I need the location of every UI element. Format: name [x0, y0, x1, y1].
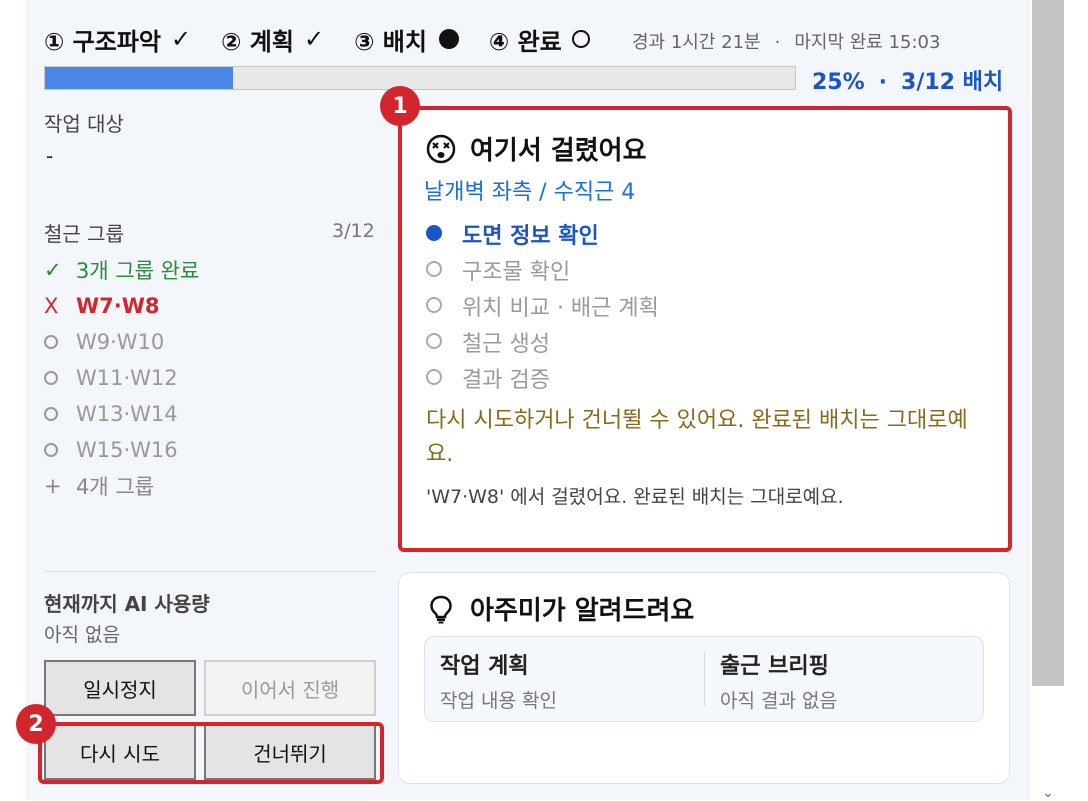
divider [44, 571, 376, 572]
step-4: ④ 완료 [489, 22, 590, 57]
step-1: ① 구조파악 ✓ [44, 22, 191, 57]
group-item-label: W9·W10 [76, 330, 165, 354]
target-label: 작업 대상 [44, 112, 124, 136]
scroll-down-icon[interactable]: ⌄ [1040, 786, 1056, 800]
phase-list: 도면 정보 확인 구조물 확인 위치 비교 · 배근 계획 철근 생성 결과 검… [426, 216, 659, 396]
tips-title: 아주미가 알려드려요 [428, 590, 694, 627]
fail-x-icon: X [44, 294, 59, 318]
target-value: - [46, 144, 54, 168]
group-item-pending: W9·W10 [44, 324, 384, 360]
annotation-badge-2: 2 [16, 704, 56, 744]
phase-label: 철근 생성 [462, 332, 550, 357]
phase-item: 위치 비교 · 배근 계획 [426, 288, 659, 324]
in-progress-dot-icon [438, 29, 459, 49]
group-item-pending: W13·W14 [44, 396, 384, 432]
error-location: 날개벽 좌측 / 수직근 4 [424, 180, 636, 205]
tip-morning-briefing[interactable]: 출근 브리핑 아직 결과 없음 [720, 648, 837, 713]
step-3: ③ 배치 [354, 22, 459, 57]
dizzy-face-icon [426, 134, 456, 163]
rebar-group-count: 3/12 [332, 220, 375, 242]
pending-circle-icon [426, 366, 462, 391]
separator: · [774, 32, 781, 53]
group-item-label: 4개 그룹 [76, 475, 154, 499]
check-icon: ✓ [44, 258, 62, 282]
pending-circle-icon [44, 402, 76, 426]
progress-fill [45, 67, 233, 89]
error-title-text: 여기서 걸렸어요 [470, 136, 647, 166]
active-dot-icon [426, 222, 462, 247]
rebar-group-label: 철근 그룹 [44, 222, 124, 246]
progress-label: 25% · 3/12 배치 [812, 64, 1003, 96]
group-item-label: W7·W8 [76, 294, 160, 318]
group-item-more: + 4개 그룹 [44, 468, 384, 504]
group-item-label: W11·W12 [76, 366, 178, 390]
plus-icon: + [44, 474, 62, 498]
phase-item: 결과 검증 [426, 360, 659, 396]
phase-label: 위치 비교 · 배근 계획 [462, 296, 659, 321]
error-message: 다시 시도하거나 건너뛸 수 있어요. 완료된 배치는 그대로예요. [426, 408, 968, 467]
pending-circle-icon [426, 294, 462, 319]
pending-circle-icon [44, 366, 76, 390]
continue-button[interactable]: 이어서 진행 [204, 660, 376, 716]
tip-title: 작업 계획 [440, 654, 529, 679]
group-item-done: ✓ 3개 그룹 완료 [44, 252, 384, 288]
rebar-group-list: ✓ 3개 그룹 완료 X W7·W8 W9·W10 W11·W12 W13·W1… [44, 252, 384, 504]
ai-usage-value: 아직 없음 [44, 624, 120, 646]
tip-divider [704, 652, 705, 706]
pending-circle-icon [426, 330, 462, 355]
group-item-pending: W11·W12 [44, 360, 384, 396]
progress-batches: 3/12 배치 [901, 70, 1004, 95]
group-item-label: W15·W16 [76, 438, 178, 462]
group-item-pending: W15·W16 [44, 432, 384, 468]
step-label: ① 구조파악 [44, 27, 161, 56]
check-icon: ✓ [303, 25, 325, 53]
annotation-badge-1: 1 [380, 86, 420, 126]
lightbulb-icon [430, 595, 452, 623]
progress-bar [44, 66, 796, 90]
check-icon: ✓ [171, 25, 192, 53]
tips-title-text: 아주미가 알려드려요 [470, 596, 695, 626]
separator: · [878, 70, 888, 95]
highlight-box-2 [38, 722, 384, 784]
error-detail: 'W7·W8' 에서 걸렸어요. 완료된 배치는 그대로예요. [426, 486, 844, 508]
phase-label: 도면 정보 확인 [462, 224, 599, 249]
tip-subtitle: 아직 결과 없음 [720, 690, 837, 712]
phase-item-active: 도면 정보 확인 [426, 216, 659, 252]
progress-percent: 25% [812, 70, 865, 95]
last-completed-time: 마지막 완료 15:03 [794, 32, 941, 53]
step-label: ② 계획 [221, 27, 294, 56]
phase-label: 구조물 확인 [462, 260, 571, 285]
scrollbar-thumb[interactable] [1032, 0, 1064, 686]
step-indicator: ① 구조파악 ✓ ② 계획 ✓ ③ 배치 ④ 완료 [44, 20, 590, 58]
tip-title: 출근 브리핑 [720, 654, 829, 679]
error-title: 여기서 걸렸어요 [426, 130, 647, 167]
step-2: ② 계획 ✓ [221, 22, 324, 57]
step-label: ③ 배치 [354, 27, 427, 56]
tip-work-plan[interactable]: 작업 계획 작업 내용 확인 [440, 648, 557, 713]
pending-circle-icon [44, 330, 76, 354]
pause-button[interactable]: 일시정지 [44, 660, 196, 716]
pending-circle-icon [571, 30, 590, 48]
group-item-label: 3개 그룹 완료 [76, 259, 200, 283]
ai-usage-label: 현재까지 AI 사용량 [44, 592, 210, 616]
pending-circle-icon [426, 258, 462, 283]
phase-label: 결과 검증 [462, 368, 550, 393]
pending-circle-icon [44, 438, 76, 462]
phase-item: 철근 생성 [426, 324, 659, 360]
phase-item: 구조물 확인 [426, 252, 659, 288]
step-label: ④ 완료 [488, 27, 562, 56]
tip-subtitle: 작업 내용 확인 [440, 690, 557, 712]
group-item-failed: X W7·W8 [44, 288, 384, 324]
group-item-label: W13·W14 [76, 402, 178, 426]
elapsed-meta: 경과 1시간 21분 · 마지막 완료 15:03 [632, 28, 940, 54]
elapsed-time: 경과 1시간 21분 [632, 32, 761, 53]
